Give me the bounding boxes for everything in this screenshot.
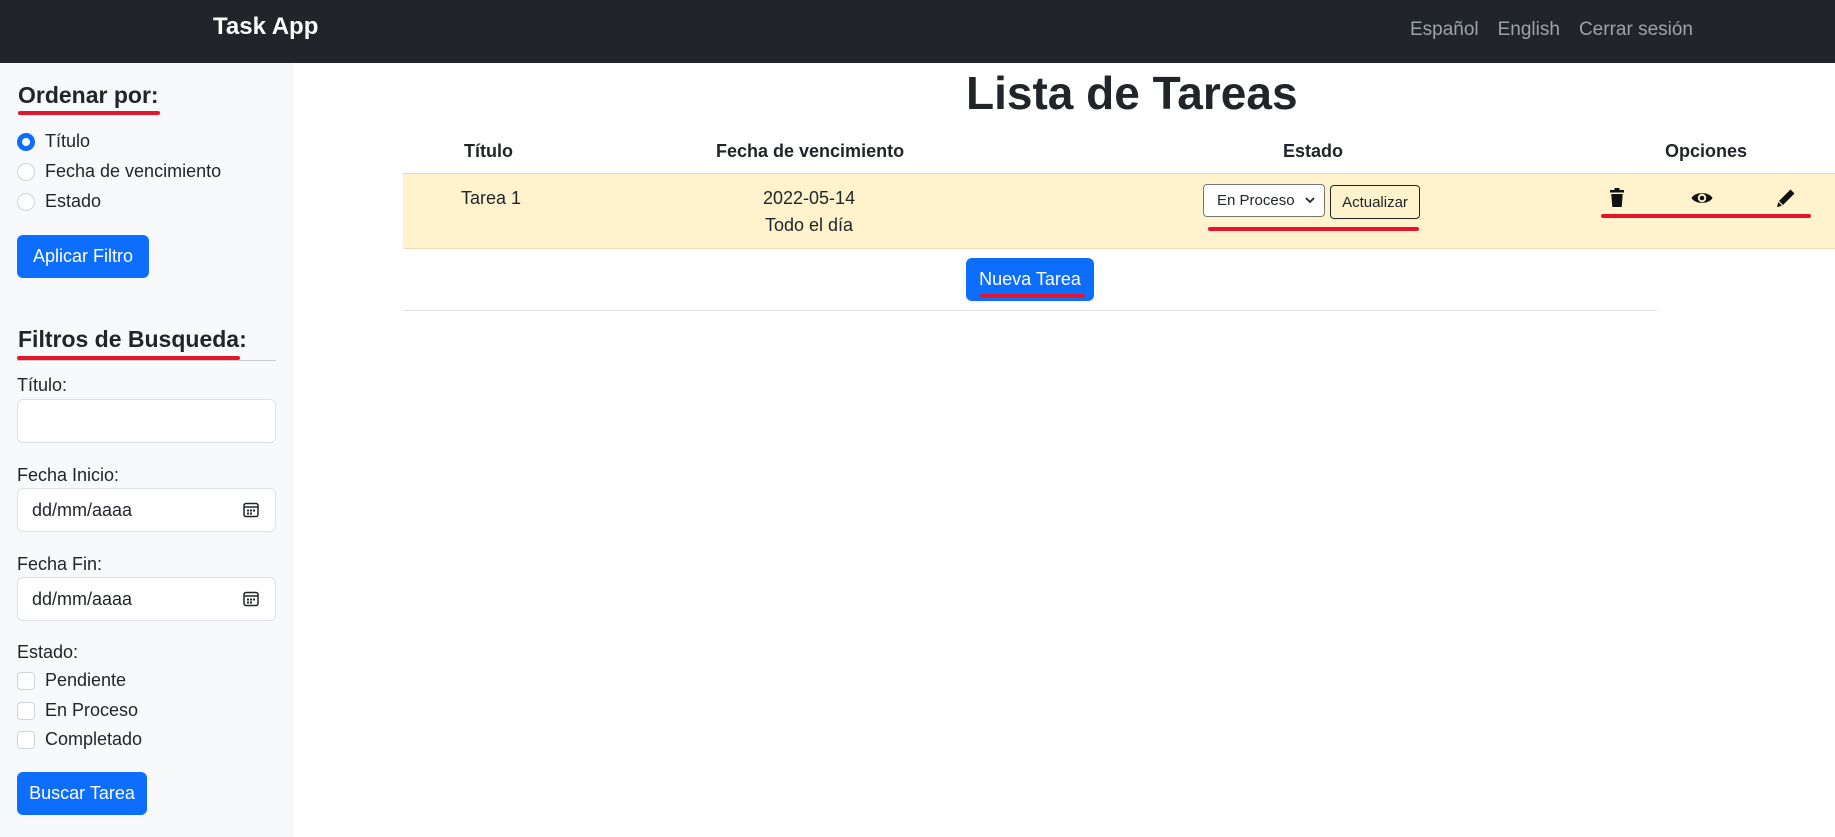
annotation-underline [1208,227,1419,231]
calendar-icon[interactable] [243,590,259,607]
task-status-select[interactable]: En Proceso [1203,184,1325,217]
start-date-label: Fecha Inicio: [17,465,120,485]
end-date-value: dd/mm/aaaa [32,588,133,609]
column-header-options: Opciones [1665,141,1748,161]
annotation-underline [980,294,1085,298]
annotation-underline [18,111,160,115]
checkbox-label: Completado [45,729,143,749]
radio-button[interactable] [17,132,35,151]
page-title: Lista de Tareas [966,67,1298,119]
sort-option-label: Fecha de vencimiento [45,161,222,181]
sort-option-label: Título [45,131,91,151]
app-brand[interactable]: Task App [213,13,318,41]
task-title: Tarea 1 [461,188,522,208]
sort-option-due-date[interactable]: Fecha de vencimiento [17,161,221,182]
eye-icon[interactable] [1690,186,1714,210]
title-filter-label: Título: [17,375,68,395]
sidebar: Ordenar por: Título Fecha de vencimiento… [0,63,294,837]
start-date-input[interactable]: dd/mm/aaaa [17,488,276,532]
sort-option-title[interactable]: Título [17,131,90,152]
top-navbar: Task App Español English Cerrar sesión [0,0,1835,63]
annotation-underline [17,356,240,360]
checkbox-label: Pendiente [45,670,127,690]
column-header-due-date: Fecha de vencimiento [716,141,905,161]
checkbox-label: En Proceso [45,700,139,720]
checkbox[interactable] [17,701,35,720]
sort-heading: Ordenar por: [18,82,159,108]
annotation-underline [1601,214,1811,218]
task-status-value: En Proceso [1217,192,1295,209]
sort-option-label: Estado [45,191,102,211]
pencil-icon[interactable] [1774,186,1798,210]
end-date-input[interactable]: dd/mm/aaaa [17,577,276,621]
state-filter-label: Estado: [17,642,79,662]
nav-link-espanol[interactable]: Español [1410,19,1479,41]
task-due-date: 2022-05-14 [763,188,856,208]
title-filter-input[interactable] [17,399,276,443]
checkbox[interactable] [17,671,35,690]
nav-link-logout[interactable]: Cerrar sesión [1579,19,1693,41]
column-header-title: Título [464,141,513,161]
sort-option-state[interactable]: Estado [17,191,101,212]
nav-links: Español English Cerrar sesión [1410,19,1693,41]
state-filter-pending[interactable]: Pendiente [17,670,126,691]
update-status-button[interactable]: Actualizar [1330,185,1420,219]
search-task-button[interactable]: Buscar Tarea [17,772,147,815]
apply-filter-button[interactable]: Aplicar Filtro [17,235,149,278]
filters-heading: Filtros de Busqueda: [18,326,247,352]
nav-link-english[interactable]: English [1498,19,1560,41]
state-filter-completed[interactable]: Completado [17,729,142,750]
chevron-down-icon [1305,197,1315,204]
checkbox[interactable] [17,730,35,749]
radio-button[interactable] [17,192,35,211]
state-filter-in-progress[interactable]: En Proceso [17,700,138,721]
sidebar-divider [17,360,276,361]
start-date-value: dd/mm/aaaa [32,499,133,520]
task-due-time: Todo el día [765,215,854,235]
column-header-state: Estado [1283,141,1344,161]
calendar-icon[interactable] [243,501,259,518]
table-bottom-border [403,310,1657,311]
table-row [403,173,1835,249]
end-date-label: Fecha Fin: [17,554,103,574]
trash-icon[interactable] [1605,186,1629,210]
radio-button[interactable] [17,162,35,181]
